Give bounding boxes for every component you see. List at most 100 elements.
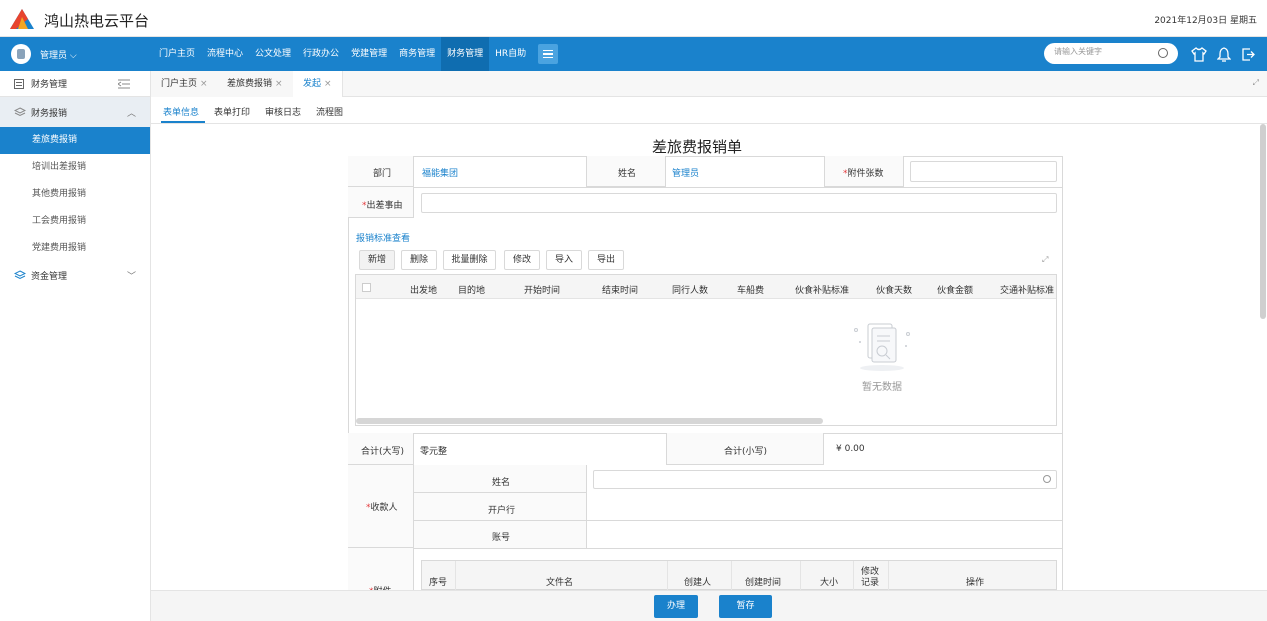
sidebar-item-party[interactable]: 党建费用报销 xyxy=(0,235,150,262)
user-menu[interactable]: 管理员 ⌵ xyxy=(40,48,77,61)
edit-button[interactable]: 修改 xyxy=(504,250,540,270)
expand-icon[interactable]: ⤢ xyxy=(1042,255,1048,265)
attach-col-header: 修改记录 xyxy=(860,567,879,588)
nav-item-hr[interactable]: HR自助 xyxy=(489,37,532,71)
date-display: 2021年12月03日 星期五 xyxy=(1154,16,1257,26)
nav-item-portal[interactable]: 门户主页 xyxy=(153,37,201,71)
name-value[interactable]: 管理员 xyxy=(672,166,699,179)
dept-value[interactable]: 福能集团 xyxy=(422,166,458,179)
col-header: 伙食金额 xyxy=(937,286,974,296)
col-header: 车船费 xyxy=(737,286,765,296)
submit-button[interactable]: 办理 xyxy=(654,595,698,618)
sidebar-group-label: 资金管理 xyxy=(31,271,68,282)
nav-item-finance[interactable]: 财务管理 xyxy=(441,37,490,71)
attach-col-header: 文件名 xyxy=(546,578,574,588)
delete-button[interactable]: 删除 xyxy=(401,250,437,270)
col-header: 结束时间 xyxy=(602,286,639,296)
logout-icon[interactable] xyxy=(1241,47,1255,62)
grid-icon xyxy=(14,78,24,89)
sidebar: 财务管理 财务报销 ︿ 差旅费报销 培训出差报销 其他费用报销 工会费用报销 党… xyxy=(0,71,151,621)
col-header: 伙食天数 xyxy=(876,286,913,296)
batch-delete-button[interactable]: 批量删除 xyxy=(443,250,496,270)
subtab-print[interactable]: 表单打印 xyxy=(214,105,250,118)
sidebar-item-training[interactable]: 培训出差报销 xyxy=(0,154,150,181)
sidebar-group-funds[interactable]: 资金管理 ﹀ xyxy=(0,262,150,288)
col-divider xyxy=(888,561,889,590)
logo-icon xyxy=(10,9,34,29)
sidebar-title: 财务管理 xyxy=(31,80,68,90)
sidebar-group-reimbursement[interactable]: 财务报销 ︿ xyxy=(0,97,150,127)
attach-count-label: *附件张数 xyxy=(843,169,884,179)
close-icon[interactable]: × xyxy=(324,79,332,89)
search-input[interactable] xyxy=(1054,47,1154,56)
export-button[interactable]: 导出 xyxy=(588,250,624,270)
search-icon[interactable] xyxy=(1043,475,1051,483)
avatar[interactable] xyxy=(11,44,31,64)
layers-icon xyxy=(14,270,26,280)
payee-account-label: 账号 xyxy=(492,533,511,543)
reason-label: *出差事由 xyxy=(362,201,403,211)
col-header: 目的地 xyxy=(458,286,486,296)
vertical-scrollbar[interactable] xyxy=(1260,124,1266,319)
tab-travel[interactable]: 差旅费报销 × xyxy=(217,71,294,97)
fullscreen-icon[interactable]: ⤢ xyxy=(1253,78,1259,88)
bell-icon[interactable] xyxy=(1217,47,1231,62)
total-lower-label: 合计(小写) xyxy=(724,447,768,457)
sidebar-group-label: 财务报销 xyxy=(31,108,68,119)
name-label: 姓名 xyxy=(618,169,637,179)
subtab-form-info[interactable]: 表单信息 xyxy=(163,105,199,118)
add-button[interactable]: 新增 xyxy=(359,250,395,270)
action-bar xyxy=(151,590,1267,621)
total-lower-value: ¥ 0.00 xyxy=(836,444,865,454)
collapse-sidebar-icon[interactable] xyxy=(118,79,130,89)
nav-item-party[interactable]: 党建管理 xyxy=(345,37,393,71)
col-divider xyxy=(667,561,668,590)
payee-name-input[interactable] xyxy=(593,470,1057,489)
payee-bank-label: 开户行 xyxy=(488,506,516,516)
tab-portal[interactable]: 门户主页 × xyxy=(151,71,219,97)
attach-col-header: 操作 xyxy=(966,578,985,588)
tab-label: 发起 xyxy=(303,79,322,89)
subtab-audit-log[interactable]: 审核日志 xyxy=(265,105,301,118)
empty-text: 暂无数据 xyxy=(862,382,902,393)
col-header: 开始时间 xyxy=(524,286,561,296)
sidebar-item-travel[interactable]: 差旅费报销 xyxy=(0,127,150,154)
app-title: 鸿山热电云平台 xyxy=(44,12,150,30)
total-upper-label: 合计(大写) xyxy=(361,447,405,457)
sidebar-header: 财务管理 xyxy=(0,71,150,97)
save-draft-button[interactable]: 暂存 xyxy=(719,595,772,618)
shirt-icon[interactable] xyxy=(1191,47,1207,62)
tab-label: 差旅费报销 xyxy=(227,79,273,89)
nav-item-admin[interactable]: 行政办公 xyxy=(297,37,345,71)
col-header: 出发地 xyxy=(410,286,438,296)
select-all-checkbox[interactable] xyxy=(362,283,371,292)
payee-label: *收款人 xyxy=(366,503,398,513)
close-icon[interactable]: × xyxy=(200,79,208,89)
search-icon[interactable] xyxy=(1158,48,1168,58)
reason-input[interactable] xyxy=(421,193,1057,213)
col-divider xyxy=(455,561,456,590)
col-header: 交通补贴标准 xyxy=(1000,286,1055,296)
tab-start[interactable]: 发起 × xyxy=(293,71,343,97)
empty-data-icon xyxy=(854,323,910,371)
attach-count-input[interactable] xyxy=(910,161,1057,182)
dept-label: 部门 xyxy=(373,169,392,179)
nav-item-process[interactable]: 流程中心 xyxy=(201,37,249,71)
nav-item-documents[interactable]: 公文处理 xyxy=(249,37,297,71)
sidebar-item-other[interactable]: 其他费用报销 xyxy=(0,181,150,208)
menu-icon[interactable] xyxy=(538,44,559,64)
col-divider xyxy=(731,561,732,590)
close-icon[interactable]: × xyxy=(275,79,283,89)
standard-link[interactable]: 报销标准查看 xyxy=(356,231,410,244)
subtab-flowchart[interactable]: 流程图 xyxy=(316,105,343,118)
chevron-down-icon: ⌵ xyxy=(69,51,77,61)
nav-item-business[interactable]: 商务管理 xyxy=(393,37,441,71)
import-button[interactable]: 导入 xyxy=(546,250,582,270)
sidebar-item-union[interactable]: 工会费用报销 xyxy=(0,208,150,235)
col-header: 同行人数 xyxy=(672,286,709,296)
horizontal-scrollbar[interactable] xyxy=(356,418,823,424)
row-divider xyxy=(348,548,1063,549)
col-divider xyxy=(800,561,801,590)
form-subtabs: 表单信息 表单打印 审核日志 流程图 xyxy=(151,97,1267,124)
top-bar: 鸿山热电云平台 2021年12月03日 星期五 xyxy=(0,0,1267,37)
